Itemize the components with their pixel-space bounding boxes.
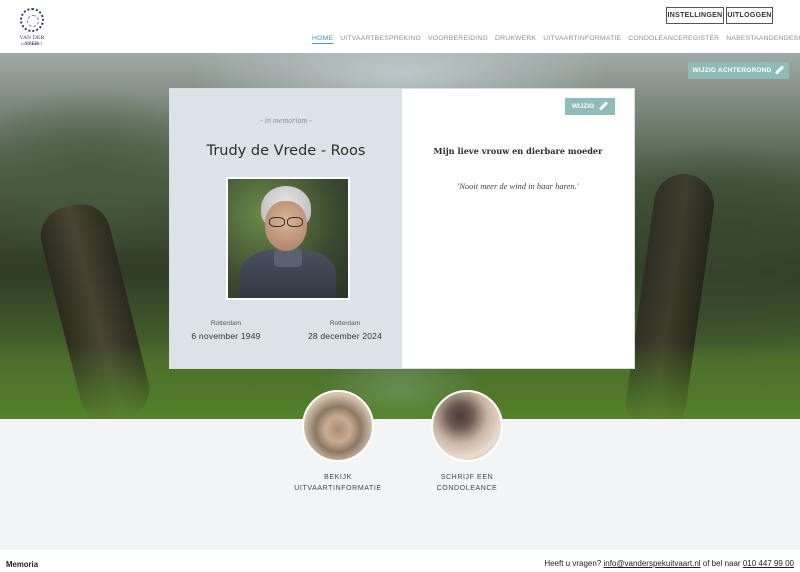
pencil-icon	[775, 66, 784, 75]
pencil-icon	[599, 102, 608, 111]
write-condolence-label[interactable]: SCHRIJF EEN CONDOLEANCE	[416, 472, 518, 494]
memorial-card: - in memoriam - Trudy de Vrede - Roos Ro…	[169, 88, 635, 369]
change-background-label: WIJZIG ACHTERGROND	[692, 67, 772, 74]
memorial-card-right: WIJZIG Mijn lieve vrouw en dierbare moed…	[402, 89, 634, 368]
site-footer: Memoria Heeft u vragen? info@vanderspeku…	[0, 550, 800, 572]
birth-date: 6 november 1949	[191, 331, 261, 341]
birth-place: Rotterdam	[210, 320, 242, 327]
nav-voorbereiding[interactable]: VOORBEREIDING	[428, 35, 488, 44]
nav-nabestaandendesk[interactable]: NABESTAANDENDESK	[726, 35, 800, 44]
view-funeral-info-label[interactable]: BEKIJK UITVAARTINFORMATIE	[287, 472, 389, 494]
deceased-name: Trudy de Vrede - Roos	[206, 143, 366, 159]
action-label-line: CONDOLEANCE	[436, 485, 498, 492]
actions-section	[0, 419, 800, 550]
nav-drukwerk[interactable]: DRUKWERK	[495, 35, 536, 44]
action-label-line: SCHRIJF EEN	[440, 474, 494, 481]
death-date: 28 december 2024	[307, 331, 383, 341]
action-label-line: UITVAARTINFORMATIE	[294, 485, 382, 492]
contact-phone-link[interactable]: 010 447 99 00	[743, 559, 794, 568]
help-middle: of bel naar	[702, 559, 741, 568]
logo-subtitle: UITVAART	[21, 42, 43, 46]
footer-brand: Memoria	[6, 560, 39, 569]
death-place: Rotterdam	[329, 320, 361, 327]
logout-button[interactable]: UITLOGGEN	[726, 7, 773, 24]
footer-help-text: Heeft u vragen? info@vanderspekuitvaart.…	[544, 559, 794, 568]
main-nav: HOME UITVAARTBESPREKING VOORBEREIDING DR…	[312, 35, 800, 44]
site-header: VAN DER SPEK UITVAART INSTELLINGEN UITLO…	[0, 0, 800, 53]
deceased-portrait	[226, 177, 350, 300]
brand-logo[interactable]: VAN DER SPEK UITVAART	[12, 6, 52, 48]
help-prefix: Heeft u vragen?	[544, 559, 602, 568]
contact-email-link[interactable]: info@vanderspekuitvaart.nl	[603, 559, 700, 568]
action-label-line: BEKIJK	[324, 474, 352, 481]
wreath-icon	[20, 8, 44, 32]
memorial-card-left: - in memoriam - Trudy de Vrede - Roos Ro…	[170, 89, 402, 368]
in-memoriam-label: - in memoriam -	[260, 116, 312, 125]
funeral-info-image[interactable]	[302, 390, 374, 462]
nav-home[interactable]: HOME	[312, 35, 334, 44]
edit-label: WIJZIG	[571, 103, 595, 110]
nav-uitvaartbespreking[interactable]: UITVAARTBESPREKING	[340, 35, 421, 44]
edit-memorial-button[interactable]: WIJZIG	[565, 98, 615, 115]
nav-condoleanceregister[interactable]: CONDOLEANCEREGISTER	[628, 35, 719, 44]
portrait-glasses	[266, 217, 306, 227]
settings-button[interactable]: INSTELLINGEN	[666, 7, 724, 24]
change-background-button[interactable]: WIJZIG ACHTERGROND	[688, 62, 789, 79]
memorial-quote: 'Nooit meer de wind in haar haren.'	[457, 181, 579, 191]
condolence-image[interactable]	[431, 390, 503, 462]
nav-uitvaartinformatie[interactable]: UITVAARTINFORMATIE	[543, 35, 621, 44]
memorial-heading: Mijn lieve vrouw en dierbare moeder	[433, 146, 603, 156]
